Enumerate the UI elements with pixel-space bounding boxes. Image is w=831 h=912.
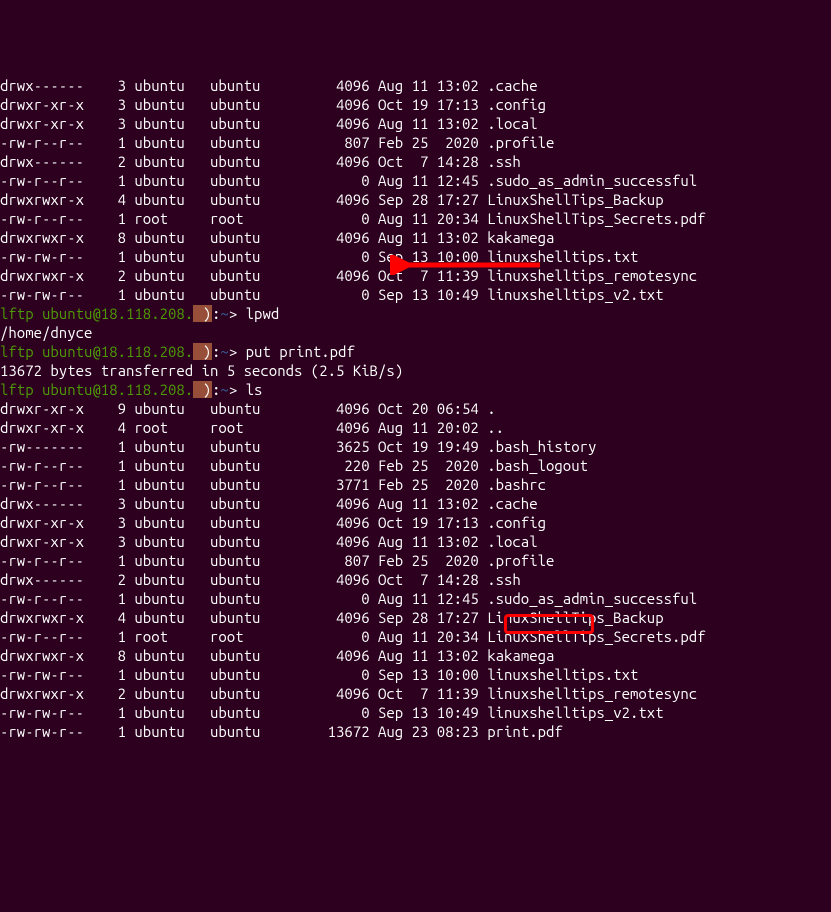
prompt-mask: ) <box>193 343 212 360</box>
ls-row: drwxrwxr-x 4 ubuntu ubuntu 4096 Sep 28 1… <box>0 608 831 627</box>
ls-row: drwxrwxr-x 8 ubuntu ubuntu 4096 Aug 11 1… <box>0 228 831 247</box>
terminal-output[interactable]: drwx------ 3 ubuntu ubuntu 4096 Aug 11 1… <box>0 76 831 741</box>
ls-row: drwxr-xr-x 3 ubuntu ubuntu 4096 Oct 19 1… <box>0 95 831 114</box>
highlighted-filename: print.pdf <box>487 723 563 740</box>
ls-row: drwx------ 3 ubuntu ubuntu 4096 Aug 11 1… <box>0 494 831 513</box>
prompt-path: ~ <box>220 381 228 398</box>
prompt-app: lftp ubuntu@18.118.208. <box>0 305 193 322</box>
ls-row: -rw-rw-r-- 1 ubuntu ubuntu 0 Sep 13 10:4… <box>0 703 831 722</box>
prompt-path: ~ <box>220 343 228 360</box>
ls-row: -rw-r--r-- 1 ubuntu ubuntu 807 Feb 25 20… <box>0 551 831 570</box>
command-text: put print.pdf <box>246 343 355 360</box>
ls-row: -rw-r--r-- 1 root root 0 Aug 11 20:34 Li… <box>0 209 831 228</box>
ls-row: drwxr-xr-x 4 root root 4096 Aug 11 20:02… <box>0 418 831 437</box>
prompt-mask: ) <box>193 305 212 322</box>
ls-row: drwxrwxr-x 8 ubuntu ubuntu 4096 Aug 11 1… <box>0 646 831 665</box>
output-line: 13672 bytes transferred in 5 seconds (2.… <box>0 361 831 380</box>
ls-row: -rw-rw-r-- 1 ubuntu ubuntu 0 Sep 13 10:0… <box>0 665 831 684</box>
ls-row: drwxr-xr-x 9 ubuntu ubuntu 4096 Oct 20 0… <box>0 399 831 418</box>
ls-row: drwxr-xr-x 3 ubuntu ubuntu 4096 Aug 11 1… <box>0 532 831 551</box>
ls-row: drwx------ 2 ubuntu ubuntu 4096 Oct 7 14… <box>0 152 831 171</box>
ls-row: drwxrwxr-x 4 ubuntu ubuntu 4096 Sep 28 1… <box>0 190 831 209</box>
ls-row: drwxr-xr-x 3 ubuntu ubuntu 4096 Aug 11 1… <box>0 114 831 133</box>
ls-row: drwx------ 3 ubuntu ubuntu 4096 Aug 11 1… <box>0 76 831 95</box>
prompt-line[interactable]: lftp ubuntu@18.118.208. ):~> ls <box>0 380 831 399</box>
prompt-mask: ) <box>193 381 212 398</box>
prompt-line[interactable]: lftp ubuntu@18.118.208. ):~> lpwd <box>0 304 831 323</box>
prompt-app: lftp ubuntu@18.118.208. <box>0 343 193 360</box>
ls-row: -rw-rw-r-- 1 ubuntu ubuntu 13672 Aug 23 … <box>0 722 831 741</box>
prompt-path: ~ <box>220 305 228 322</box>
prompt-line[interactable]: lftp ubuntu@18.118.208. ):~> put print.p… <box>0 342 831 361</box>
ls-row: -rw-rw-r-- 1 ubuntu ubuntu 0 Sep 13 10:4… <box>0 285 831 304</box>
output-line: /home/dnyce <box>0 323 831 342</box>
ls-row: -rw------- 1 ubuntu ubuntu 3625 Oct 19 1… <box>0 437 831 456</box>
ls-row: -rw-r--r-- 1 ubuntu ubuntu 807 Feb 25 20… <box>0 133 831 152</box>
ls-row: -rw-r--r-- 1 root root 0 Aug 11 20:34 Li… <box>0 627 831 646</box>
prompt-app: lftp ubuntu@18.118.208. <box>0 381 193 398</box>
ls-row: -rw-r--r-- 1 ubuntu ubuntu 3771 Feb 25 2… <box>0 475 831 494</box>
ls-row: drwxrwxr-x 2 ubuntu ubuntu 4096 Oct 7 11… <box>0 684 831 703</box>
ls-row: -rw-r--r-- 1 ubuntu ubuntu 0 Aug 11 12:4… <box>0 589 831 608</box>
ls-row: -rw-rw-r-- 1 ubuntu ubuntu 0 Sep 13 10:0… <box>0 247 831 266</box>
ls-row: drwxrwxr-x 2 ubuntu ubuntu 4096 Oct 7 11… <box>0 266 831 285</box>
ls-row: drwx------ 2 ubuntu ubuntu 4096 Oct 7 14… <box>0 570 831 589</box>
ls-row: drwxr-xr-x 3 ubuntu ubuntu 4096 Oct 19 1… <box>0 513 831 532</box>
ls-row: -rw-r--r-- 1 ubuntu ubuntu 220 Feb 25 20… <box>0 456 831 475</box>
ls-row: -rw-r--r-- 1 ubuntu ubuntu 0 Aug 11 12:4… <box>0 171 831 190</box>
command-text: ls <box>246 381 263 398</box>
command-text: lpwd <box>246 305 280 322</box>
